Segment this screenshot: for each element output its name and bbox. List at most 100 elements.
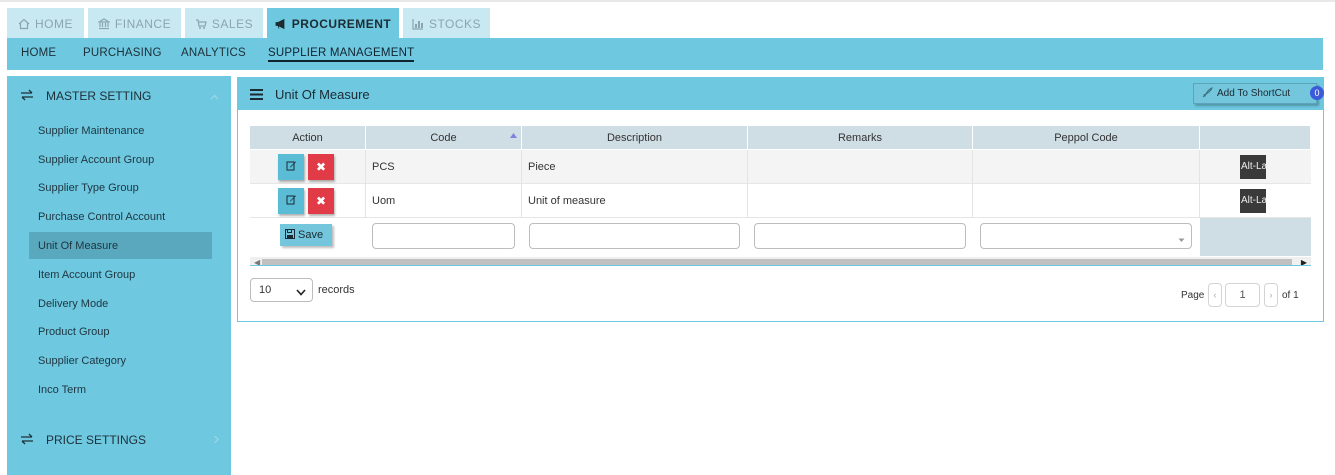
shortcut-count-badge: 0 [1310, 86, 1324, 100]
peppol-code-select[interactable] [980, 223, 1192, 249]
bank-icon [97, 18, 110, 30]
page-label: Page [1181, 290, 1205, 301]
sidebar-item-unit-of-measure[interactable]: Unit Of Measure [29, 232, 212, 259]
remarks-cell [748, 150, 973, 184]
code-cell: PCS [366, 150, 522, 184]
sidebar-item-delivery-mode[interactable]: Delivery Mode [29, 290, 212, 317]
sub-nav-purchasing[interactable]: PURCHASING [83, 47, 162, 59]
edit-button[interactable] [278, 154, 304, 180]
module-tab-procurement[interactable]: PROCUREMENT [267, 8, 399, 40]
remarks-input[interactable] [754, 223, 966, 249]
sub-nav-analytics[interactable]: ANALYTICS [181, 47, 246, 59]
edit-button[interactable] [278, 188, 304, 214]
description-cell: Piece [522, 150, 748, 184]
column-header-action: Action [250, 126, 366, 149]
module-tab-finance[interactable]: FINANCE [88, 8, 181, 40]
chevron-right-icon [213, 433, 219, 447]
code-input[interactable] [372, 223, 515, 249]
scroll-thumb[interactable] [262, 259, 1292, 265]
remarks-cell [748, 184, 973, 218]
sub-nav-home[interactable]: HOME [21, 47, 56, 59]
panel-header: Unit Of Measure Add To ShortCut 0 [238, 78, 1324, 110]
delete-button[interactable]: ✖ [308, 154, 334, 180]
module-tab-home[interactable]: HOME [7, 8, 84, 40]
sub-nav-supplier-management[interactable]: SUPPLIER MANAGEMENT [268, 47, 415, 62]
save-label: Save [298, 229, 324, 241]
rocket-icon [1202, 86, 1213, 101]
sidebar-price-settings-label: PRICE SETTINGS [46, 433, 147, 447]
megaphone-icon [275, 18, 287, 30]
module-tab-label: FINANCE [114, 17, 172, 31]
alt-label[interactable]: Alt-Lab [1240, 155, 1266, 179]
sidebar-item-supplier-category[interactable]: Supplier Category [29, 347, 212, 374]
sidebar-item-purchase-control-account[interactable]: Purchase Control Account [29, 203, 212, 230]
sidebar-item-product-group[interactable]: Product Group [29, 318, 212, 345]
swap-icon [20, 89, 34, 104]
chevron-down-icon [1178, 234, 1185, 246]
table-row: ✖ PCS Piece Alt-Lab [250, 150, 1311, 184]
save-button[interactable]: Save [280, 224, 332, 246]
column-header-extra [1200, 126, 1311, 149]
sidebar-item-supplier-maintenance[interactable]: Supplier Maintenance [29, 117, 212, 144]
description-input[interactable] [529, 223, 740, 249]
cart-icon [195, 18, 207, 30]
next-page-button[interactable]: › [1264, 283, 1278, 307]
extra-cell: Alt-Lab [1200, 150, 1311, 184]
sidebar: MASTER SETTING Supplier Maintenance Supp… [7, 76, 231, 475]
module-tab-stocks[interactable]: STOCKS [403, 8, 490, 40]
add-to-shortcut-label: Add To ShortCut [1217, 88, 1291, 99]
new-row-form: Save [250, 218, 1311, 256]
sidebar-item-supplier-type-group[interactable]: Supplier Type Group [29, 174, 212, 201]
peppol-code-cell [973, 184, 1200, 218]
page-size-select[interactable]: 10 [250, 278, 313, 302]
code-cell: Uom [366, 184, 522, 218]
module-tab-label: HOME [35, 17, 73, 31]
current-page-value: 1 [1239, 289, 1246, 301]
sidebar-item-supplier-account-group[interactable]: Supplier Account Group [29, 146, 212, 173]
chevron-right-icon: › [1269, 290, 1273, 300]
bar-chart-icon [412, 18, 424, 30]
chevron-left-icon: ‹ [1213, 290, 1217, 300]
module-tab-label: SALES [211, 17, 254, 31]
sidebar-price-settings-header[interactable]: PRICE SETTINGS [7, 420, 231, 460]
prev-page-button[interactable]: ‹ [1208, 283, 1222, 307]
alt-label[interactable]: Alt-Lab [1240, 189, 1266, 213]
column-header-description[interactable]: Description [522, 126, 748, 149]
extra-cell-blank [1200, 218, 1311, 256]
hamburger-icon[interactable] [250, 89, 263, 103]
sidebar-item-inco-term[interactable]: Inco Term [29, 376, 212, 403]
records-label: records [318, 284, 355, 296]
sidebar-master-setting-header[interactable]: MASTER SETTING [7, 76, 231, 116]
column-header-code[interactable]: Code [366, 126, 522, 149]
module-tab-label: STOCKS [428, 17, 482, 31]
sub-nav-bar: HOME PURCHASING ANALYTICS SUPPLIER MANAG… [7, 38, 1323, 70]
horizontal-scrollbar[interactable]: ◀ ▶ [250, 257, 1311, 265]
sort-ascending-icon [510, 129, 517, 141]
add-to-shortcut-button[interactable]: Add To ShortCut 0 [1193, 83, 1324, 104]
delete-button[interactable]: ✖ [308, 188, 334, 214]
sidebar-item-item-account-group[interactable]: Item Account Group [29, 261, 212, 288]
current-page-input[interactable]: 1 [1225, 283, 1260, 307]
extra-cell: Alt-Lab [1200, 184, 1311, 218]
column-header-remarks[interactable]: Remarks [748, 126, 973, 149]
module-tab-label: PROCUREMENT [291, 17, 392, 31]
unit-of-measure-table: Action Code Description Remarks Peppol C… [250, 126, 1311, 266]
column-header-peppol-code[interactable]: Peppol Code [973, 126, 1200, 149]
module-tab-sales[interactable]: SALES [185, 8, 263, 40]
unit-of-measure-panel: Unit Of Measure Add To ShortCut 0 Action… [237, 77, 1324, 322]
column-header-code-label: Code [430, 131, 457, 144]
chevron-up-icon [210, 89, 219, 103]
scroll-left-icon[interactable]: ◀ [254, 258, 260, 265]
floppy-disk-icon [285, 228, 295, 242]
edit-icon [286, 194, 297, 208]
description-cell: Unit of measure [522, 184, 748, 218]
scroll-right-icon[interactable]: ▶ [1301, 258, 1307, 265]
module-tab-bar: HOME FINANCE SALES PROCUREMENT STOCKS [0, 0, 1335, 40]
action-cell: ✖ [250, 150, 366, 184]
page-size-value: 10 [259, 284, 272, 296]
page-title: Unit Of Measure [275, 87, 370, 102]
table-row: ✖ Uom Unit of measure Alt-Lab [250, 184, 1311, 218]
peppol-code-cell [973, 150, 1200, 184]
swap-icon [20, 433, 34, 448]
close-icon: ✖ [315, 160, 327, 174]
